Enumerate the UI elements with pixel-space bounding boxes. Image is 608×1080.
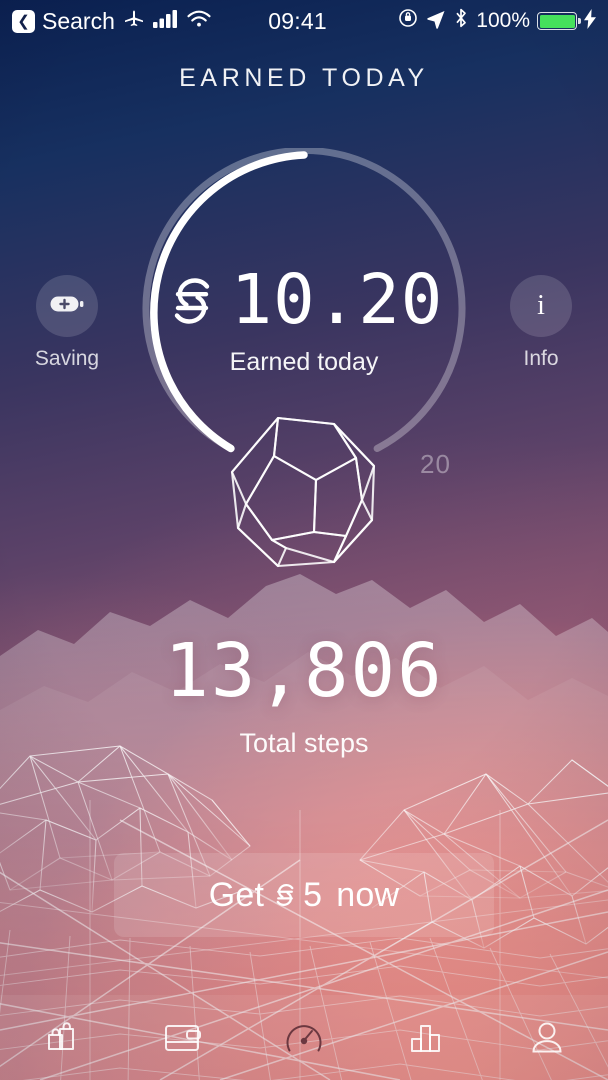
saving-button[interactable]: Saving <box>29 275 105 371</box>
cta-suffix: now <box>336 875 400 914</box>
info-button-circle[interactable]: i <box>510 275 572 337</box>
status-bar-left: ❮ Search <box>12 6 212 36</box>
location-arrow-icon <box>426 8 446 35</box>
battery-plus-icon <box>49 292 85 321</box>
lightning-bolt-icon <box>584 8 596 35</box>
sweatcoin-symbol-icon <box>165 272 219 330</box>
page-title: EARNED TODAY <box>179 64 429 92</box>
status-bar-right: 100% <box>397 7 596 35</box>
battery-percent-label: 100% <box>476 9 530 32</box>
app-screen: ❮ Search 09:41 100% EARNED TODAY 20 10.2… <box>0 0 608 1080</box>
total-steps-value: 13,806 <box>164 628 444 714</box>
status-bar-center: 09:41 <box>212 8 397 35</box>
bluetooth-icon <box>453 7 469 35</box>
person-icon <box>524 1016 570 1060</box>
bar-chart-icon <box>403 1017 449 1059</box>
bottom-tab-bar <box>0 995 608 1080</box>
status-bar-back-label[interactable]: Search <box>42 8 115 35</box>
wallet-icon <box>159 1017 205 1059</box>
airplane-mode-icon <box>122 6 146 36</box>
cta-prefix: Get <box>208 875 265 914</box>
rotation-lock-icon <box>397 7 419 35</box>
info-button[interactable]: i Info <box>503 275 579 371</box>
saving-button-label: Saving <box>34 347 100 370</box>
tab-wallet[interactable] <box>122 995 244 1080</box>
status-bar-clock: 09:41 <box>268 7 327 34</box>
earned-amount-value: 10.20 <box>230 260 444 340</box>
speedometer-icon <box>279 1015 329 1061</box>
tab-profile[interactable] <box>486 995 608 1080</box>
info-button-label: Info <box>523 347 559 370</box>
chevron-left-icon[interactable]: ❮ <box>12 9 35 33</box>
info-circle-icon: i <box>537 290 545 321</box>
gauge-max-label: 20 <box>420 449 451 479</box>
wifi-icon <box>186 8 212 35</box>
tab-stats[interactable] <box>365 995 487 1080</box>
tab-activity[interactable] <box>243 995 365 1080</box>
tab-marketplace[interactable] <box>0 995 122 1080</box>
status-bar: ❮ Search 09:41 100% <box>0 0 608 42</box>
cta-amount: 5 <box>303 875 323 914</box>
total-steps-caption: Total steps <box>239 728 369 758</box>
battery-full-icon <box>537 12 581 30</box>
sweatcoin-symbol-icon <box>272 880 298 910</box>
saving-button-circle[interactable] <box>36 275 98 337</box>
cellular-signal-icon <box>152 8 179 35</box>
shopping-bags-icon <box>38 1015 84 1061</box>
get-coins-button[interactable]: Get 5 now <box>114 853 494 937</box>
